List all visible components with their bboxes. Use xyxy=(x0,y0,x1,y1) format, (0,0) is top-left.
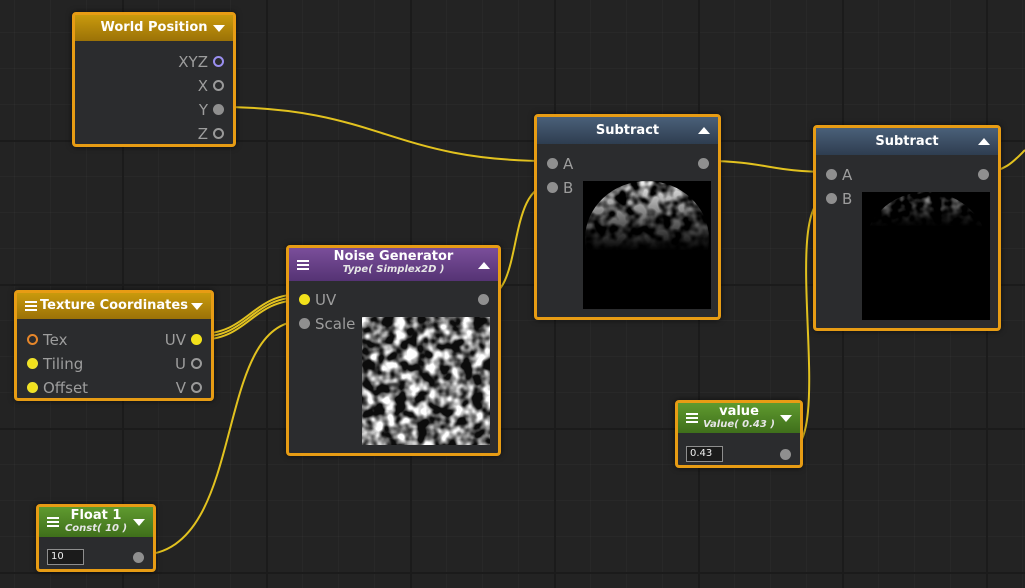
input-label-a: A xyxy=(842,166,853,184)
output-pin-v[interactable] xyxy=(191,382,202,393)
node-float-1[interactable]: Float 1 Const( 10 ) 10 xyxy=(36,504,156,572)
chevron-up-icon[interactable] xyxy=(698,127,710,134)
input-pin-tiling[interactable] xyxy=(27,358,38,369)
input-label-a: A xyxy=(563,155,574,173)
output-pin-z[interactable] xyxy=(213,128,224,139)
input-pin-offset[interactable] xyxy=(27,382,38,393)
input-label-tiling: Tiling xyxy=(43,355,84,373)
value-input[interactable]: 0.43 xyxy=(686,446,723,462)
node-title: Subtract xyxy=(875,134,939,149)
input-pin-tex[interactable] xyxy=(27,334,38,345)
input-label-tex: Tex xyxy=(43,331,68,349)
node-world-position[interactable]: World Position XYZ X Y Z xyxy=(72,12,236,147)
subtract-preview-image xyxy=(862,192,990,320)
node-title: World Position xyxy=(100,20,208,35)
input-pin-uv[interactable] xyxy=(299,294,310,305)
input-label-b: B xyxy=(563,179,574,197)
chevron-down-icon[interactable] xyxy=(213,25,225,32)
chevron-up-icon[interactable] xyxy=(478,262,490,269)
output-pin[interactable] xyxy=(698,158,709,169)
input-pin-b[interactable] xyxy=(547,182,558,193)
output-label-uv: UV xyxy=(164,331,186,349)
node-title: Texture Coordinates xyxy=(40,298,188,313)
output-label-x: X xyxy=(197,77,208,95)
output-pin-y[interactable] xyxy=(213,104,224,115)
hamburger-menu-icon[interactable] xyxy=(47,517,59,527)
node-noise-generator[interactable]: Noise Generator Type( Simplex2D ) UV Sca… xyxy=(286,245,501,456)
node-title: Noise Generator xyxy=(333,249,454,264)
subtract-preview-image xyxy=(583,181,711,309)
noise-preview-image xyxy=(362,317,490,445)
chevron-down-icon[interactable] xyxy=(780,415,792,422)
output-label-u: U xyxy=(175,355,186,373)
output-pin[interactable] xyxy=(978,169,989,180)
output-pin-uv[interactable] xyxy=(191,334,202,345)
hamburger-menu-icon[interactable] xyxy=(686,413,698,423)
node-subtitle: Type( Simplex2D ) xyxy=(342,264,445,275)
hamburger-menu-icon[interactable] xyxy=(25,301,37,311)
chevron-down-icon[interactable] xyxy=(133,519,145,526)
output-pin-xyz[interactable] xyxy=(213,56,224,67)
output-label-v: V xyxy=(175,379,186,397)
output-pin[interactable] xyxy=(133,552,144,563)
output-label-xyz: XYZ xyxy=(178,53,208,71)
wire-subtract-out-to-subtract-a xyxy=(705,160,831,173)
input-pin-a[interactable] xyxy=(826,169,837,180)
node-subtract-1[interactable]: Subtract A B xyxy=(534,114,721,320)
chevron-up-icon[interactable] xyxy=(978,138,990,145)
input-label-uv: UV xyxy=(315,291,337,309)
input-pin-scale[interactable] xyxy=(299,318,310,329)
output-label-z: Z xyxy=(197,125,208,143)
node-value[interactable]: value Value( 0.43 ) 0.43 xyxy=(675,400,803,468)
node-texture-coordinates[interactable]: Texture Coordinates Tex Tiling Offset UV… xyxy=(14,290,214,401)
output-label-y: Y xyxy=(198,101,208,119)
node-subtract-2[interactable]: Subtract A B xyxy=(813,125,1001,331)
input-label-offset: Offset xyxy=(43,379,89,397)
node-title: Subtract xyxy=(595,123,660,138)
input-pin-b[interactable] xyxy=(826,193,837,204)
wire-worldpos-y-to-subtract-a xyxy=(218,106,551,162)
input-pin-a[interactable] xyxy=(547,158,558,169)
output-pin[interactable] xyxy=(780,449,791,460)
chevron-down-icon[interactable] xyxy=(191,303,203,310)
hamburger-menu-icon[interactable] xyxy=(297,260,309,270)
output-pin-x[interactable] xyxy=(213,80,224,91)
output-pin-u[interactable] xyxy=(191,358,202,369)
float-input[interactable]: 10 xyxy=(47,549,84,565)
input-label-scale: Scale xyxy=(315,315,356,333)
input-label-b: B xyxy=(842,190,853,208)
output-pin[interactable] xyxy=(478,294,489,305)
